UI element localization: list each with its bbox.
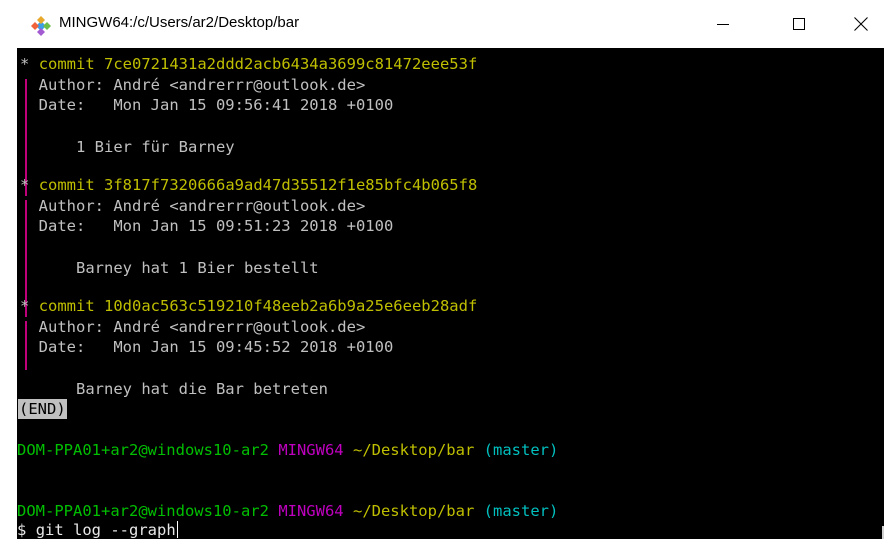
prompt-user-host: DOM-PPA01+ar2@windows10-ar2 (17, 502, 269, 520)
commit-message-text: 1 Bier für Barney (76, 138, 235, 156)
commit-message-text: Barney hat die Bar betreten (76, 380, 328, 398)
date-text: Date: Mon Jan 15 09:45:52 2018 +0100 (38, 338, 394, 356)
commit-message: Barney hat die Bar betreten (20, 379, 328, 399)
shell-prompt: DOM-PPA01+ar2@windows10-ar2 MINGW64 ~/De… (17, 501, 558, 521)
prompt-branch: (master) (483, 441, 559, 459)
date-line: Date: Mon Jan 15 09:45:52 2018 +0100 (20, 337, 394, 357)
author-line: Author: André <andrerrr@outlook.de> (20, 196, 366, 216)
prompt-system: MINGW64 (278, 441, 344, 459)
terminal-window: MINGW64:/c/Users/ar2/Desktop/bar * commi… (0, 0, 884, 539)
minimize-icon (717, 24, 729, 25)
commit-line: * commit 7ce0721431a2ddd2acb6434a3699c81… (20, 54, 477, 74)
shell-prompt: DOM-PPA01+ar2@windows10-ar2 MINGW64 ~/De… (17, 440, 558, 460)
author-text: Author: André <andrerrr@outlook.de> (38, 197, 366, 215)
commit-hash: commit 7ce0721431a2ddd2acb6434a3699c8147… (38, 55, 478, 73)
date-text: Date: Mon Jan 15 09:56:41 2018 +0100 (38, 96, 394, 114)
commit-hash: commit 10d0ac563c519210f48eeb2a6b9a25e6e… (38, 297, 478, 315)
date-text: Date: Mon Jan 15 09:51:23 2018 +0100 (38, 217, 394, 235)
commit-line: * commit 10d0ac563c519210f48eeb2a6b9a25e… (20, 296, 477, 316)
window-title: MINGW64:/c/Users/ar2/Desktop/bar (59, 14, 300, 31)
date-line: Date: Mon Jan 15 09:51:23 2018 +0100 (20, 216, 394, 236)
graph-commit-marker: * (20, 176, 30, 194)
author-line: Author: André <andrerrr@outlook.de> (20, 75, 366, 95)
git-diamond-icon (31, 16, 51, 36)
maximize-icon (793, 18, 805, 30)
prompt-system: MINGW64 (278, 502, 344, 520)
prompt-user-host: DOM-PPA01+ar2@windows10-ar2 (17, 441, 269, 459)
prompt-path: ~/Desktop/bar (352, 502, 475, 520)
title-bar[interactable]: MINGW64:/c/Users/ar2/Desktop/bar (0, 0, 884, 48)
minimize-button[interactable] (700, 0, 746, 48)
author-text: Author: André <andrerrr@outlook.de> (38, 318, 366, 336)
close-icon (854, 17, 868, 31)
commit-message-text: Barney hat 1 Bier bestellt (76, 259, 319, 277)
author-text: Author: André <andrerrr@outlook.de> (38, 76, 366, 94)
commit-hash: commit 3f817f7320666a9ad47d35512f1e85bfc… (38, 176, 478, 194)
date-line: Date: Mon Jan 15 09:56:41 2018 +0100 (20, 95, 394, 115)
command-input[interactable]: git log --graph (36, 521, 176, 539)
terminal-output[interactable]: * commit 7ce0721431a2ddd2acb6434a3699c81… (17, 48, 884, 539)
commit-message: 1 Bier für Barney (20, 137, 235, 157)
close-button[interactable] (838, 0, 884, 48)
commit-message: Barney hat 1 Bier bestellt (20, 258, 319, 278)
prompt-path: ~/Desktop/bar (352, 441, 475, 459)
commit-line: * commit 3f817f7320666a9ad47d35512f1e85b… (20, 175, 477, 195)
prompt-branch: (master) (483, 502, 559, 520)
end-marker-text: (END) (18, 399, 67, 419)
command-input-line[interactable]: $ git log --graph (17, 520, 178, 539)
pager-end-marker: (END) (18, 399, 67, 419)
text-cursor (176, 521, 178, 538)
author-line: Author: André <andrerrr@outlook.de> (20, 317, 366, 337)
graph-commit-marker: * (20, 297, 30, 315)
maximize-button[interactable] (776, 0, 822, 48)
graph-commit-marker: * (20, 55, 30, 73)
prompt-symbol: $ (17, 521, 27, 539)
